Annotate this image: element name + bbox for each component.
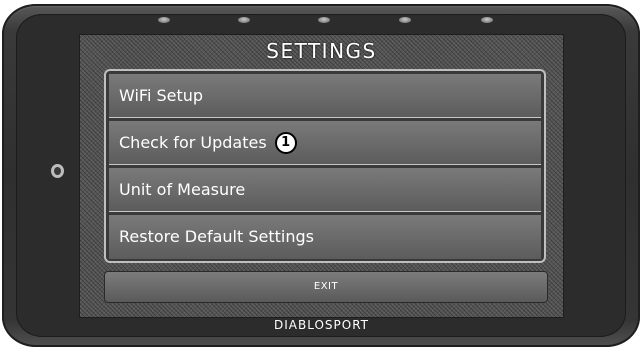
home-button[interactable] [51, 164, 64, 178]
menu-item-restore-default-settings[interactable]: Restore Default Settings [109, 215, 541, 259]
callout-number-badge: 1 [274, 131, 297, 154]
indicator-led-2 [238, 17, 250, 23]
menu-item-label: Unit of Measure [119, 179, 246, 199]
settings-menu: WiFi Setup Check for Updates 1 Unit of M… [104, 69, 546, 263]
exit-button[interactable]: EXIT [104, 271, 548, 303]
menu-item-unit-of-measure[interactable]: Unit of Measure [109, 168, 541, 212]
menu-item-label: WiFi Setup [119, 85, 204, 105]
menu-item-check-for-updates[interactable]: Check for Updates 1 [109, 121, 541, 165]
menu-item-label: Check for Updates [119, 132, 267, 152]
menu-item-label: Restore Default Settings [119, 227, 314, 246]
menu-item-wifi-setup[interactable]: WiFi Setup [109, 74, 541, 118]
page-title: SETTINGS [266, 39, 377, 63]
brand-logo: DIABLOSPORT [273, 318, 370, 332]
indicator-led-1 [158, 17, 170, 23]
indicator-led-3 [318, 17, 330, 23]
indicator-led-5 [481, 17, 493, 23]
indicator-led-4 [399, 17, 411, 23]
device-screen: SETTINGS WiFi Setup Check for Updates 1 … [79, 34, 564, 318]
